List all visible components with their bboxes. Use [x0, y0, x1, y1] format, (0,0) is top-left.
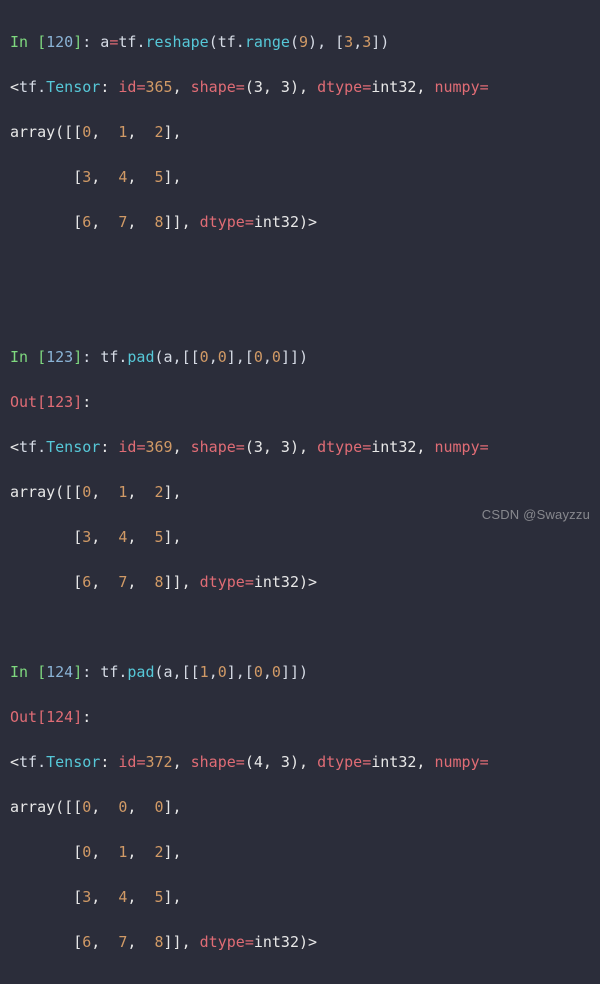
tensor-repr: <tf.Tensor: id=372, shape=(4, 3), dtype=… — [10, 751, 590, 774]
tensor-repr: <tf.Tensor: id=365, shape=(3, 3), dtype=… — [10, 76, 590, 99]
array-row: [3, 4, 5], — [10, 886, 590, 909]
out-label: Out — [10, 393, 37, 411]
out-number: 124 — [46, 708, 73, 726]
tensor-repr: <tf.Tensor: id=369, shape=(3, 3), dtype=… — [10, 436, 590, 459]
out-line-123: Out[123]: — [10, 391, 590, 414]
array-row: array([[0, 1, 2], — [10, 121, 590, 144]
in-line-123: In [123]: tf.pad(a,[[0,0],[0,0]]) — [10, 346, 590, 369]
in-number: 124 — [46, 663, 73, 681]
array-row: [6, 7, 8]], dtype=int32)> — [10, 571, 590, 594]
in-line-120: In [120]: a=tf.reshape(tf.range(9), [3,3… — [10, 31, 590, 54]
code-block: In [120]: a=tf.reshape(tf.range(9), [3,3… — [0, 0, 600, 984]
in-number: 123 — [46, 348, 73, 366]
array-row: [0, 1, 2], — [10, 841, 590, 864]
array-row: [6, 7, 8]], dtype=int32)> — [10, 931, 590, 954]
array-row: [3, 4, 5], — [10, 526, 590, 549]
out-line-124: Out[124]: — [10, 706, 590, 729]
array-row: [3, 4, 5], — [10, 166, 590, 189]
array-row: [6, 7, 8]], dtype=int32)> — [10, 211, 590, 234]
out-number: 123 — [46, 393, 73, 411]
array-row: array([[0, 0, 0], — [10, 796, 590, 819]
in-label: In — [10, 33, 37, 51]
in-line-124: In [124]: tf.pad(a,[[1,0],[0,0]]) — [10, 661, 590, 684]
in-number: 120 — [46, 33, 73, 51]
watermark: CSDN @Swayzzu — [482, 505, 590, 525]
array-row: array([[0, 1, 2], — [10, 481, 590, 504]
